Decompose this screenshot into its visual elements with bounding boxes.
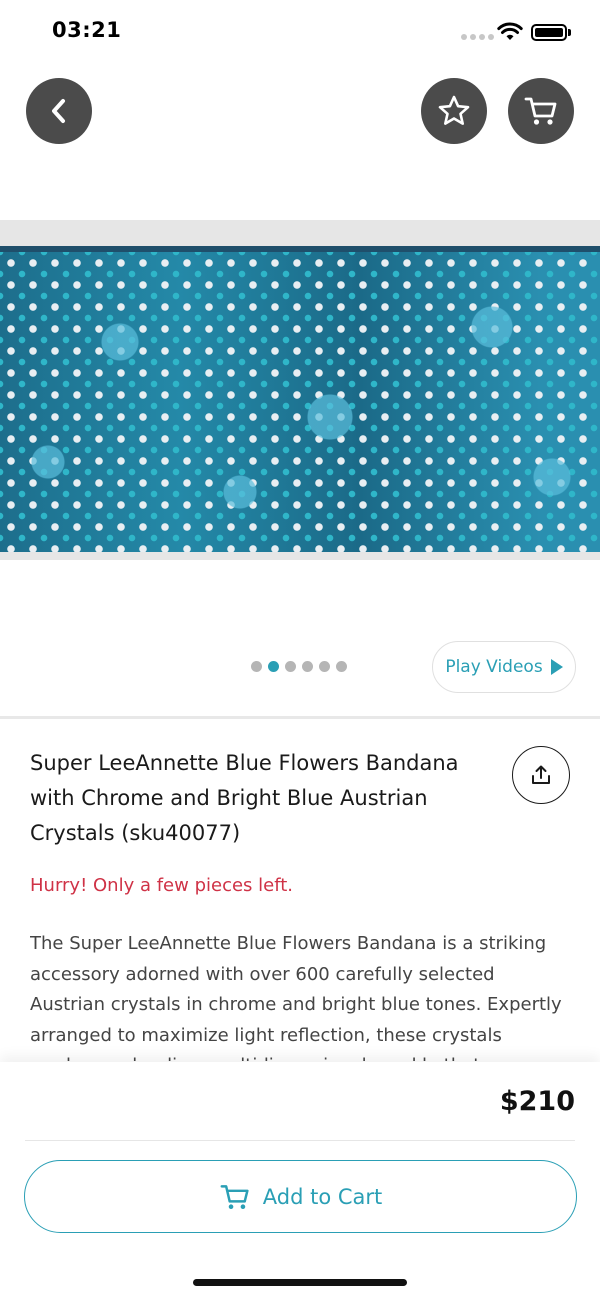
star-icon: [438, 95, 470, 125]
wifi-icon: [497, 22, 523, 40]
play-videos-button[interactable]: Play Videos: [432, 641, 576, 693]
gallery-dot[interactable]: [268, 661, 279, 672]
stock-notice: Hurry! Only a few pieces left.: [30, 875, 294, 896]
play-icon: [550, 659, 563, 675]
add-to-cart-label: Add to Cart: [262, 1184, 383, 1209]
gallery-dot[interactable]: [302, 661, 313, 672]
share-button[interactable]: [512, 746, 570, 804]
cart-icon: [524, 97, 557, 125]
cart-icon: [220, 1184, 249, 1209]
back-button[interactable]: [26, 78, 92, 144]
product-description: The Super LeeAnnette Blue Flowers Bandan…: [30, 933, 562, 1061]
chevron-left-icon: [52, 99, 65, 123]
battery-icon: [531, 24, 567, 41]
divider: [0, 716, 600, 719]
status-bar: 03:21: [0, 0, 600, 64]
gallery-dot[interactable]: [251, 661, 262, 672]
gallery-dot[interactable]: [319, 661, 330, 672]
cart-button[interactable]: [508, 78, 574, 144]
product-title: Super LeeAnnette Blue Flowers Bandana wi…: [30, 751, 459, 845]
favorite-button[interactable]: [421, 78, 487, 144]
status-time: 03:21: [52, 18, 122, 42]
gallery-dot[interactable]: [285, 661, 296, 672]
product-price: $210: [499, 1086, 575, 1117]
home-indicator: [193, 1279, 407, 1286]
play-videos-label: Play Videos: [445, 657, 543, 677]
share-icon: [532, 765, 550, 784]
divider: [25, 1140, 575, 1141]
product-image[interactable]: [0, 220, 600, 560]
crystal-bandana-photo: [0, 252, 600, 552]
add-to-cart-button[interactable]: Add to Cart: [24, 1160, 577, 1233]
gallery-dot[interactable]: [336, 661, 347, 672]
signal-icon: [461, 34, 494, 40]
gallery-pagination[interactable]: [251, 661, 347, 672]
